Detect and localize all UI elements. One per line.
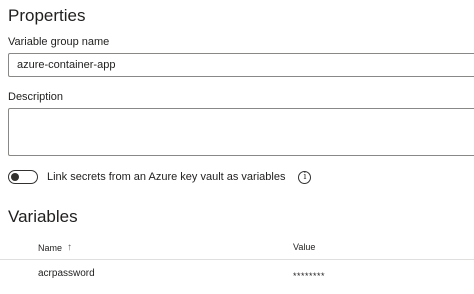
sort-ascending-icon: ↑ <box>67 242 73 253</box>
info-icon[interactable]: i <box>298 170 312 184</box>
link-secrets-row: Link secrets from an Azure key vault as … <box>8 168 312 186</box>
link-secrets-label: Link secrets from an Azure key vault as … <box>47 171 286 183</box>
variables-table-header: Name ↑ Value <box>0 238 474 260</box>
table-row[interactable]: acrpassword ******** <box>0 262 474 294</box>
properties-title: Properties <box>8 6 86 25</box>
column-header-name[interactable]: Name ↑ <box>38 242 72 253</box>
toggle-knob <box>11 173 19 181</box>
variable-group-page: Properties Variable group name Descripti… <box>0 0 474 294</box>
variables-title: Variables <box>8 207 78 226</box>
column-header-name-label: Name <box>38 242 63 253</box>
variable-group-name-input[interactable] <box>8 53 474 77</box>
column-header-value: Value <box>293 242 316 252</box>
description-label: Description <box>8 91 64 103</box>
link-secrets-toggle[interactable] <box>8 170 38 184</box>
variable-group-name-label: Variable group name <box>8 36 110 48</box>
variable-value-cell: ******** <box>293 271 326 281</box>
variable-name-cell: acrpassword <box>38 268 95 279</box>
description-input[interactable] <box>8 108 474 156</box>
